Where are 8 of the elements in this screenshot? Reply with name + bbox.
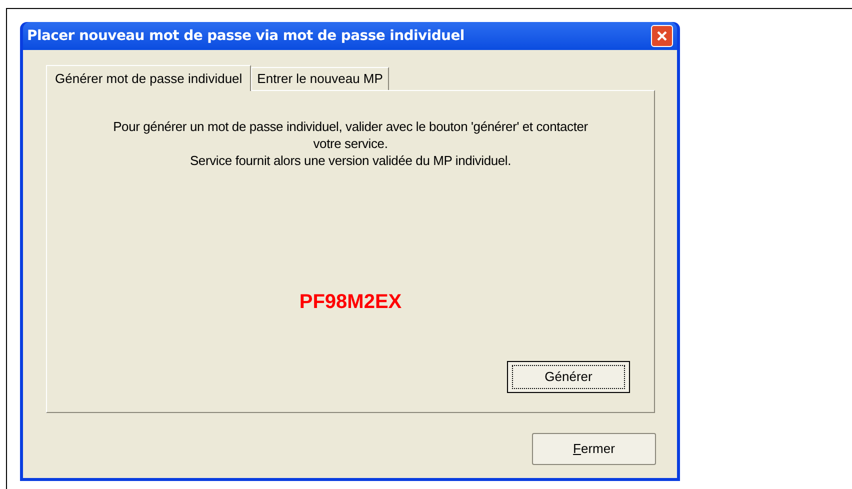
window-title: Placer nouveau mot de passe via mot de passe individuel xyxy=(27,26,464,46)
tab[interactable]: Générer mot de passe individuel xyxy=(46,65,252,91)
close-button[interactable]: Fermer xyxy=(532,433,656,465)
tab[interactable]: Entrer le nouveau MP xyxy=(251,67,389,90)
password-text: PF98M2EX xyxy=(299,290,402,315)
close-icon[interactable] xyxy=(651,25,673,47)
instruction-text: Pour générer un mot de passe individuel, valider avec le bouton 'générer' et contacter votre service. Service fournit alors une version validée du MP individuel. xyxy=(112,118,589,169)
generate-button[interactable]: Générer xyxy=(507,361,630,393)
